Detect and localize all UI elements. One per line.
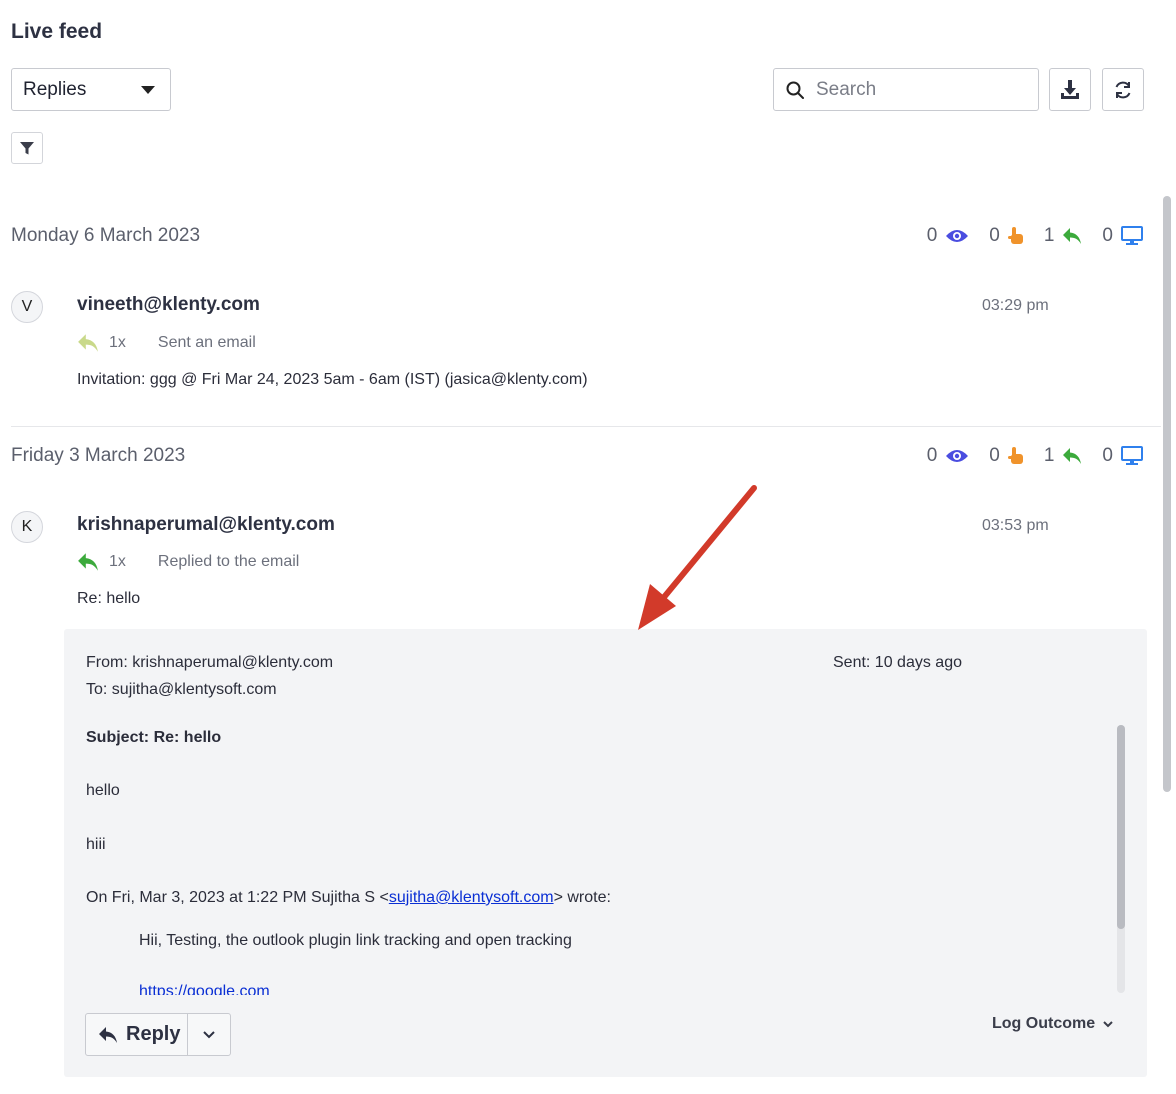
visits-count: 0 bbox=[1102, 225, 1113, 246]
view-type-value: Replies bbox=[23, 78, 87, 100]
eye-icon bbox=[946, 450, 969, 462]
log-outcome-button[interactable]: Log Outcome bbox=[992, 1015, 1113, 1033]
email-preview-panel: From: krishnaperumal@klenty.com To: suji… bbox=[64, 629, 1147, 1077]
search-icon bbox=[786, 81, 804, 99]
activity-row: 1x Sent an email bbox=[77, 332, 256, 354]
caret-down-icon bbox=[141, 86, 155, 94]
annotation-arrow-icon bbox=[638, 485, 757, 630]
activity-row: 1x Replied to the email bbox=[77, 551, 299, 573]
views-stat: 0 bbox=[927, 445, 970, 467]
chevron-down-icon bbox=[1103, 1020, 1113, 1027]
email-body-line: hiii bbox=[86, 836, 106, 853]
email-to: To: sujitha@klentysoft.com bbox=[86, 681, 277, 698]
scrollbar-thumb[interactable] bbox=[1117, 725, 1125, 929]
quoted-link[interactable]: https://google.com bbox=[139, 983, 270, 995]
date-group-header: Monday 6 March 2023 0 0 1 0 bbox=[11, 221, 1151, 251]
email-body-line: hello bbox=[86, 782, 120, 799]
email-from: From: krishnaperumal@klenty.com bbox=[86, 654, 334, 671]
group-stats: 0 0 1 0 bbox=[907, 441, 1143, 471]
quote-prefix: On Fri, Mar 3, 2023 at 1:22 PM Sujitha S… bbox=[86, 889, 389, 906]
refresh-icon bbox=[1115, 81, 1131, 98]
replies-count: 1 bbox=[1043, 445, 1055, 466]
chevron-down-icon bbox=[203, 1030, 215, 1038]
contact-email[interactable]: krishnaperumal@klenty.com bbox=[77, 514, 335, 536]
contact-email[interactable]: vineeth@klenty.com bbox=[77, 294, 260, 316]
views-count: 0 bbox=[926, 445, 938, 466]
filter-button[interactable] bbox=[11, 132, 43, 164]
reply-options-button[interactable] bbox=[188, 1014, 230, 1055]
reply-arrow-icon bbox=[78, 553, 98, 571]
activity-description: Sent an email bbox=[157, 334, 256, 351]
page-title: Live feed bbox=[11, 20, 103, 43]
clicks-count: 0 bbox=[989, 445, 1000, 466]
reply-label: Reply bbox=[126, 1023, 181, 1045]
quote-suffix: > wrote: bbox=[553, 889, 611, 906]
date-group-header: Friday 3 March 2023 0 0 1 0 bbox=[11, 441, 1151, 471]
email-body-subject: Subject: Re: hello bbox=[86, 729, 222, 746]
views-stat: 0 bbox=[927, 225, 970, 247]
date-label: Friday 3 March 2023 bbox=[11, 445, 186, 466]
reply-icon bbox=[99, 1026, 117, 1043]
replies-stat: 1 bbox=[1044, 225, 1083, 247]
filter-icon bbox=[20, 142, 34, 155]
clicks-stat: 0 bbox=[989, 445, 1024, 467]
activity-time: 03:29 pm bbox=[982, 297, 1049, 314]
reply-button-group: Reply bbox=[85, 1013, 231, 1056]
page-scrollbar[interactable] bbox=[1163, 196, 1171, 792]
replies-count: 1 bbox=[1043, 225, 1055, 246]
quoted-text: Hii, Testing, the outlook plugin link tr… bbox=[139, 932, 572, 949]
reply-arrow-icon bbox=[78, 334, 98, 352]
replies-stat: 1 bbox=[1044, 445, 1083, 467]
activity-description: Replied to the email bbox=[157, 553, 300, 570]
date-label: Monday 6 March 2023 bbox=[11, 225, 201, 246]
monitor-icon bbox=[1121, 446, 1143, 465]
email-sent-time: Sent: 10 days ago bbox=[833, 654, 962, 671]
download-icon bbox=[1061, 79, 1079, 99]
reply-arrow-icon bbox=[1063, 228, 1082, 244]
activity-time: 03:53 pm bbox=[982, 517, 1049, 534]
clicks-stat: 0 bbox=[989, 225, 1024, 247]
views-count: 0 bbox=[926, 225, 938, 246]
download-button[interactable] bbox=[1049, 68, 1091, 111]
reply-arrow-icon bbox=[1063, 448, 1082, 464]
reply-button[interactable]: Reply bbox=[86, 1014, 188, 1055]
email-body-scrollbar[interactable] bbox=[1117, 725, 1125, 993]
search-input[interactable] bbox=[816, 78, 1016, 101]
search-box[interactable] bbox=[773, 68, 1039, 111]
refresh-button[interactable] bbox=[1102, 68, 1144, 111]
log-outcome-label: Log Outcome bbox=[992, 1015, 1096, 1032]
monitor-icon bbox=[1121, 226, 1143, 245]
email-subject[interactable]: Re: hello bbox=[77, 590, 140, 608]
pointer-hand-icon bbox=[1007, 227, 1023, 244]
divider bbox=[11, 426, 1161, 427]
visits-stat: 0 bbox=[1102, 445, 1143, 467]
clicks-count: 0 bbox=[989, 225, 1000, 246]
group-stats: 0 0 1 0 bbox=[907, 221, 1143, 251]
activity-count: 1x bbox=[109, 553, 126, 570]
email-quote-header: On Fri, Mar 3, 2023 at 1:22 PM Sujitha S… bbox=[86, 889, 611, 907]
eye-icon bbox=[946, 230, 969, 242]
avatar: K bbox=[11, 511, 43, 543]
email-subject[interactable]: Invitation: ggg @ Fri Mar 24, 2023 5am -… bbox=[77, 371, 588, 389]
quoted-sender-link[interactable]: sujitha@klentysoft.com bbox=[389, 889, 554, 906]
quoted-link-line: https://google.com bbox=[139, 983, 270, 995]
view-type-dropdown[interactable]: Replies bbox=[11, 68, 171, 111]
visits-stat: 0 bbox=[1102, 225, 1143, 247]
pointer-hand-icon bbox=[1007, 447, 1023, 464]
avatar: V bbox=[11, 291, 43, 323]
email-body[interactable]: Subject: Re: hello hello hiii On Fri, Ma… bbox=[86, 725, 1116, 995]
visits-count: 0 bbox=[1102, 445, 1113, 466]
activity-count: 1x bbox=[109, 334, 126, 351]
